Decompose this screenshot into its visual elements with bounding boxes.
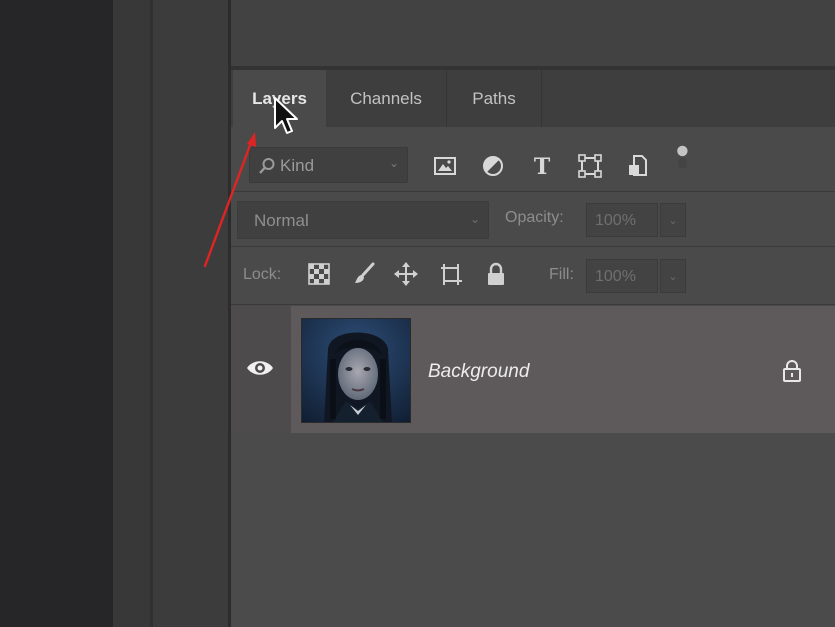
opacity-dropdown-button[interactable]: ⌄ bbox=[660, 203, 686, 237]
chevron-down-icon: ⌄ bbox=[469, 212, 480, 226]
lock-artboard-icon[interactable] bbox=[438, 261, 464, 287]
svg-text:T: T bbox=[534, 154, 551, 179]
row-separator bbox=[231, 191, 835, 192]
image-filter-icon[interactable] bbox=[432, 153, 458, 179]
opacity-input[interactable]: 100% bbox=[586, 203, 658, 237]
opacity-label: Opacity: bbox=[505, 209, 564, 226]
annotation-arrow-icon bbox=[203, 132, 256, 268]
layer-visibility-cell[interactable] bbox=[231, 306, 291, 433]
shape-filter-icon[interactable] bbox=[577, 153, 603, 179]
fill-dropdown-button[interactable]: ⌄ bbox=[660, 259, 686, 293]
chevron-down-icon: ⌄ bbox=[388, 156, 399, 170]
panel-tab-bar: Layers Channels Paths bbox=[231, 70, 835, 127]
fill-value: 100% bbox=[595, 268, 636, 285]
opacity-value: 100% bbox=[595, 212, 636, 229]
mouse-pointer-icon bbox=[274, 97, 298, 134]
fill-input[interactable]: 100% bbox=[586, 259, 658, 293]
adjustment-filter-icon[interactable] bbox=[480, 153, 506, 179]
tab-channels[interactable]: Channels bbox=[326, 70, 447, 127]
fill-label: Fill: bbox=[549, 266, 574, 283]
smart-object-filter-icon[interactable] bbox=[625, 153, 651, 179]
eye-icon[interactable] bbox=[245, 357, 275, 379]
row-separator bbox=[231, 246, 835, 247]
layer-lock-icon[interactable] bbox=[780, 358, 804, 384]
tab-paths[interactable]: Paths bbox=[447, 70, 542, 127]
upper-panel bbox=[231, 0, 835, 66]
layer-row-background[interactable]: Background bbox=[291, 306, 835, 433]
lock-transparent-pixels-icon[interactable] bbox=[306, 261, 332, 287]
lock-image-pixels-icon[interactable] bbox=[351, 261, 377, 287]
layers-panel: Layers Channels Paths Kind ⌄ T Normal ⌄ … bbox=[231, 70, 835, 627]
lock-all-icon[interactable] bbox=[483, 261, 509, 287]
canvas-area-left bbox=[0, 0, 113, 627]
lock-position-icon[interactable] bbox=[393, 261, 419, 287]
filter-kind-dropdown[interactable]: Kind ⌄ bbox=[249, 147, 408, 183]
filter-toggle-icon[interactable] bbox=[672, 144, 698, 170]
filter-kind-label: Kind bbox=[280, 156, 315, 175]
blend-mode-dropdown[interactable]: Normal ⌄ bbox=[237, 201, 489, 239]
layers-list-empty-area bbox=[231, 433, 835, 627]
portrait-thumbnail-image bbox=[302, 319, 410, 422]
layer-name[interactable]: Background bbox=[428, 361, 529, 383]
panel-dock-strip bbox=[113, 0, 150, 627]
type-filter-icon[interactable]: T bbox=[529, 153, 555, 179]
collapsed-panel-column bbox=[153, 0, 228, 627]
row-separator bbox=[231, 304, 835, 305]
layer-thumbnail bbox=[301, 318, 411, 423]
